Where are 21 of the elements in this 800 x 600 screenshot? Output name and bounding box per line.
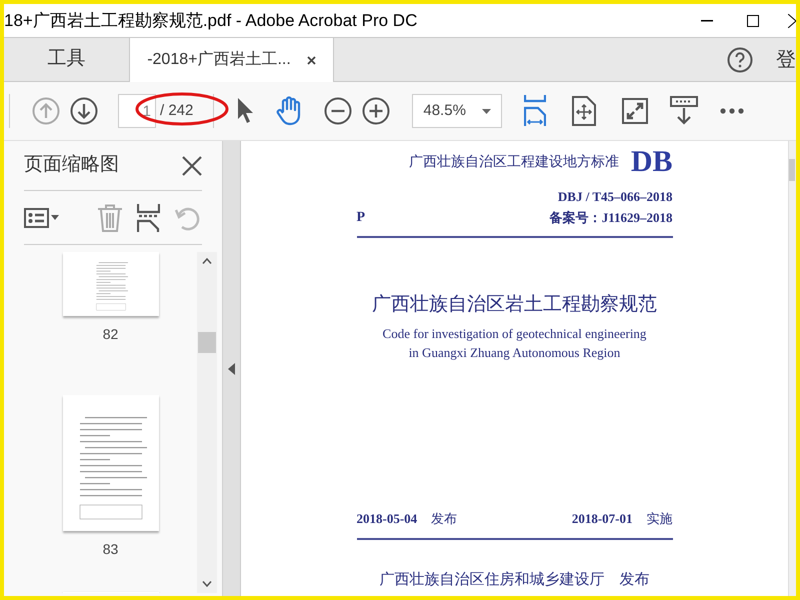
- date: 2018-05-04: [356, 510, 418, 528]
- window-title: 18+广西岩土工程勘察规范.pdf - Adobe Acrobat Pro DC: [4, 10, 418, 32]
- db-logo: DB: [630, 147, 672, 177]
- sign-in-link[interactable]: 登: [760, 38, 796, 81]
- document-title: 广西壮族自治区岩土工程勘察规范: [372, 292, 657, 316]
- date-action: 发布: [431, 511, 458, 529]
- english-title: Code for investigation of geotechnical engineering: [382, 325, 646, 343]
- record-number: 备案号：J11629–2018: [550, 209, 672, 227]
- issuer-line: 广西壮族自治区住房和城乡建设厅 发布: [380, 568, 650, 590]
- tab[interactable]: -2018+广西岩土工...: [129, 38, 334, 82]
- date: 2018-07-01: [572, 510, 632, 528]
- standard-series: 广西壮族自治区工程建设地方标准: [408, 152, 619, 172]
- date-action: 实施: [646, 511, 672, 529]
- english-title: in Guangxi Zhuang Autonomous Region: [408, 344, 620, 362]
- page-number: 83: [102, 540, 118, 559]
- page-count: / 242: [160, 100, 194, 121]
- standard-code: DBJ / T45–066–2018: [558, 188, 672, 206]
- panel-title: 页面缩略图: [24, 153, 119, 178]
- zoom-dropdown[interactable]: 48.5%: [412, 94, 502, 128]
- page-number: 82: [102, 325, 118, 344]
- category-letter: P: [356, 208, 366, 226]
